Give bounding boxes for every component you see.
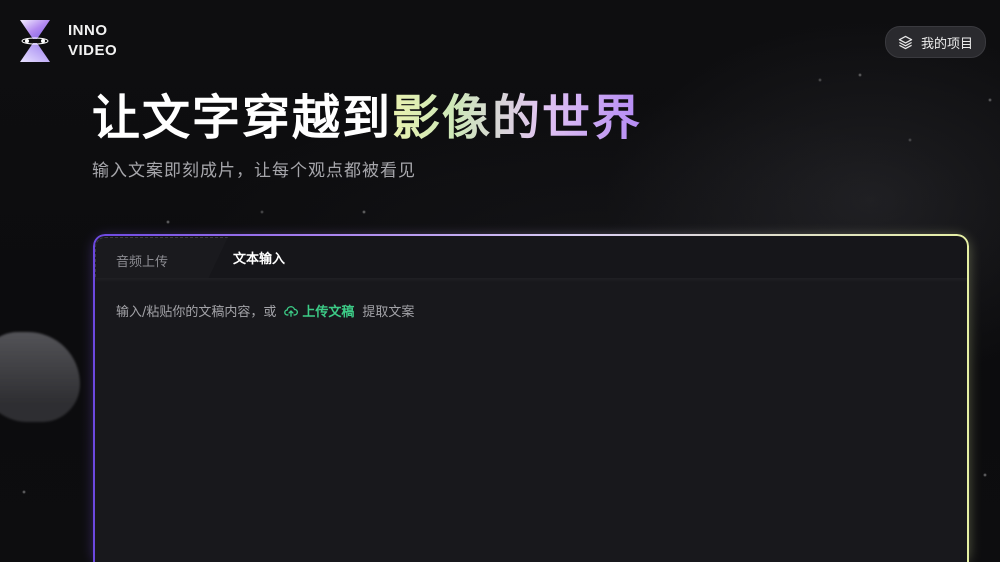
my-projects-button[interactable]: 我的项目	[884, 26, 986, 58]
brand-line-2: VIDEO	[68, 42, 118, 59]
upload-script-label: 上传文稿	[302, 305, 355, 320]
cloud-upload-icon	[284, 305, 299, 317]
brand-line-1: INNO	[68, 22, 108, 39]
layers-icon	[898, 35, 913, 49]
hero-headline-plain: 让文字穿越到	[92, 90, 393, 146]
placeholder-prefix: 输入/粘贴你的文稿内容，或	[116, 305, 277, 320]
tab-audio-upload[interactable]: 音频上传	[95, 237, 228, 279]
hero-subtitle: 输入文案即刻成片，让每个观点都被看见	[92, 161, 416, 181]
script-text-area[interactable]	[95, 282, 967, 562]
hero-headline-gradient: 影像的世界	[392, 90, 643, 146]
my-projects-label: 我的项目	[920, 36, 973, 52]
app-root: INNO VIDEO 我的项目 让文字穿越到影像的世界 输入文案即刻成片，让每个…	[0, 0, 1000, 562]
brand-wordmark: INNO VIDEO	[68, 21, 117, 61]
hero-headline: 让文字穿越到影像的世界	[92, 78, 642, 148]
background-hand-image	[0, 332, 80, 422]
editor-placeholder: 输入/粘贴你的文稿内容，或 上传文稿 提取文案	[116, 301, 414, 320]
brand-logo[interactable]: INNO VIDEO	[18, 18, 117, 64]
tab-text-input[interactable]: 文本输入	[233, 248, 285, 267]
hourglass-logo-icon	[20, 20, 50, 62]
upload-script-link[interactable]: 上传文稿	[284, 301, 354, 320]
placeholder-suffix: 提取文案	[362, 305, 415, 320]
tab-audio-upload-label: 音频上传	[116, 255, 169, 270]
